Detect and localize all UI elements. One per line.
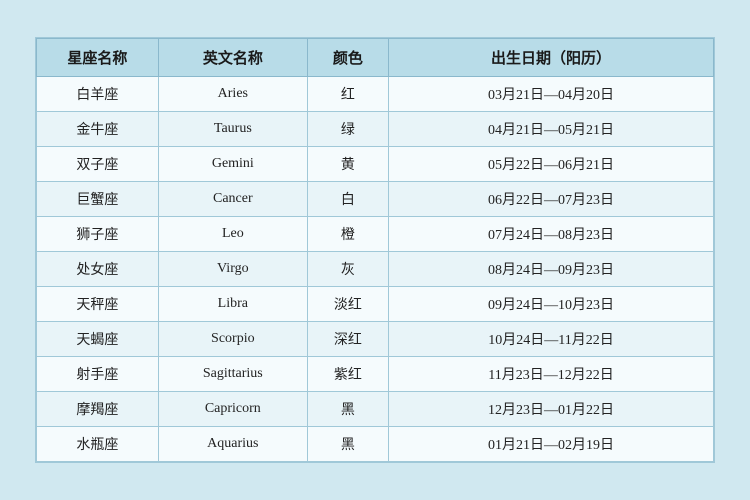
cell-color: 黑	[307, 427, 388, 462]
table-row: 天秤座Libra淡红09月24日—10月23日	[37, 287, 714, 322]
cell-date: 01月21日—02月19日	[389, 427, 714, 462]
cell-color: 灰	[307, 252, 388, 287]
cell-english: Cancer	[158, 182, 307, 217]
cell-date: 07月24日—08月23日	[389, 217, 714, 252]
cell-english: Aquarius	[158, 427, 307, 462]
cell-chinese: 天蝎座	[37, 322, 159, 357]
table-row: 射手座Sagittarius紫红11月23日—12月22日	[37, 357, 714, 392]
cell-chinese: 巨蟹座	[37, 182, 159, 217]
header-date: 出生日期（阳历）	[389, 39, 714, 77]
zodiac-table-container: 星座名称 英文名称 颜色 出生日期（阳历） 白羊座Aries红03月21日—04…	[35, 37, 715, 463]
cell-chinese: 双子座	[37, 147, 159, 182]
table-row: 巨蟹座Cancer白06月22日—07月23日	[37, 182, 714, 217]
cell-english: Gemini	[158, 147, 307, 182]
cell-chinese: 处女座	[37, 252, 159, 287]
cell-date: 04月21日—05月21日	[389, 112, 714, 147]
cell-color: 橙	[307, 217, 388, 252]
header-english: 英文名称	[158, 39, 307, 77]
cell-color: 淡红	[307, 287, 388, 322]
table-row: 金牛座Taurus绿04月21日—05月21日	[37, 112, 714, 147]
table-row: 处女座Virgo灰08月24日—09月23日	[37, 252, 714, 287]
cell-chinese: 狮子座	[37, 217, 159, 252]
table-body: 白羊座Aries红03月21日—04月20日金牛座Taurus绿04月21日—0…	[37, 77, 714, 462]
zodiac-table: 星座名称 英文名称 颜色 出生日期（阳历） 白羊座Aries红03月21日—04…	[36, 38, 714, 462]
cell-date: 10月24日—11月22日	[389, 322, 714, 357]
table-row: 摩羯座Capricorn黑12月23日—01月22日	[37, 392, 714, 427]
table-row: 双子座Gemini黄05月22日—06月21日	[37, 147, 714, 182]
cell-color: 红	[307, 77, 388, 112]
cell-english: Sagittarius	[158, 357, 307, 392]
cell-color: 紫红	[307, 357, 388, 392]
cell-english: Capricorn	[158, 392, 307, 427]
table-row: 天蝎座Scorpio深红10月24日—11月22日	[37, 322, 714, 357]
cell-color: 深红	[307, 322, 388, 357]
cell-english: Virgo	[158, 252, 307, 287]
table-row: 白羊座Aries红03月21日—04月20日	[37, 77, 714, 112]
cell-color: 黑	[307, 392, 388, 427]
cell-date: 12月23日—01月22日	[389, 392, 714, 427]
cell-english: Aries	[158, 77, 307, 112]
cell-date: 06月22日—07月23日	[389, 182, 714, 217]
header-chinese: 星座名称	[37, 39, 159, 77]
cell-english: Taurus	[158, 112, 307, 147]
cell-date: 09月24日—10月23日	[389, 287, 714, 322]
cell-color: 白	[307, 182, 388, 217]
table-row: 狮子座Leo橙07月24日—08月23日	[37, 217, 714, 252]
cell-date: 03月21日—04月20日	[389, 77, 714, 112]
cell-english: Leo	[158, 217, 307, 252]
cell-english: Scorpio	[158, 322, 307, 357]
cell-chinese: 摩羯座	[37, 392, 159, 427]
cell-chinese: 天秤座	[37, 287, 159, 322]
cell-date: 08月24日—09月23日	[389, 252, 714, 287]
cell-english: Libra	[158, 287, 307, 322]
cell-color: 黄	[307, 147, 388, 182]
cell-chinese: 白羊座	[37, 77, 159, 112]
table-row: 水瓶座Aquarius黑01月21日—02月19日	[37, 427, 714, 462]
cell-color: 绿	[307, 112, 388, 147]
table-header-row: 星座名称 英文名称 颜色 出生日期（阳历）	[37, 39, 714, 77]
cell-chinese: 水瓶座	[37, 427, 159, 462]
header-color: 颜色	[307, 39, 388, 77]
cell-date: 05月22日—06月21日	[389, 147, 714, 182]
cell-chinese: 金牛座	[37, 112, 159, 147]
cell-chinese: 射手座	[37, 357, 159, 392]
cell-date: 11月23日—12月22日	[389, 357, 714, 392]
